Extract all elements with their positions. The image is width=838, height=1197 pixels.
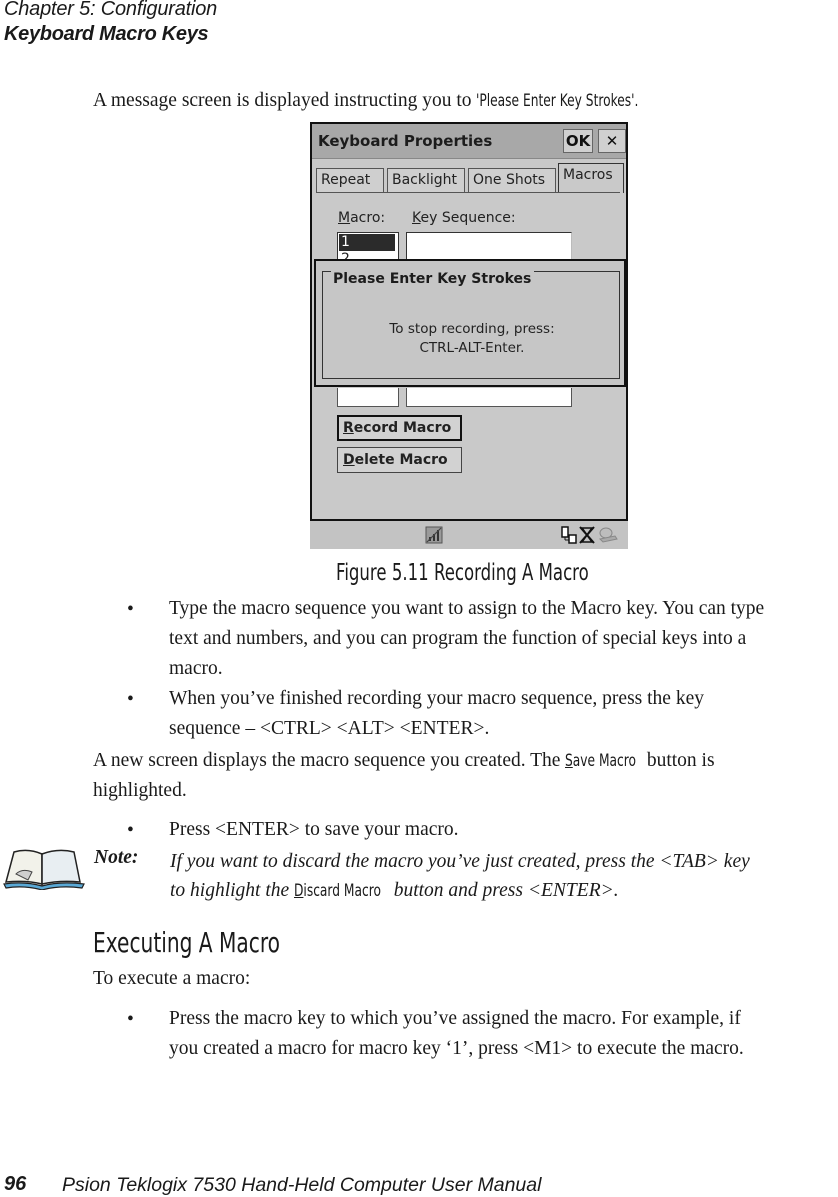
window-title-bar: Keyboard Properties OK ✕	[312, 124, 626, 159]
intro-text: A message screen is displayed instructin…	[93, 90, 477, 111]
figure-caption: Figure 5.11 Recording A Macro	[336, 560, 589, 586]
signal-strength-icon[interactable]	[424, 525, 444, 545]
footer-title: Psion Teklogix 7530 Hand-Held Computer U…	[62, 1174, 542, 1196]
intro-quoted-message: 'Please Enter Key Strokes'.	[476, 91, 639, 111]
macro-label: Macro:	[338, 210, 386, 226]
delete-macro-button[interactable]: Delete Macro	[337, 447, 462, 473]
macro-list-item-selected[interactable]: 1	[339, 234, 395, 251]
tab-macros[interactable]: Macros	[558, 163, 624, 193]
printer-icon[interactable]	[597, 525, 619, 545]
section-heading-executing: Executing A Macro	[93, 926, 281, 959]
execute-intro: To execute a macro:	[93, 968, 251, 989]
record-macro-button[interactable]: Record Macro	[337, 415, 462, 441]
chapter-header: Chapter 5: Configuration	[4, 0, 218, 20]
bullet-marker: •	[127, 689, 134, 710]
window-title: Keyboard Properties	[318, 132, 493, 150]
page-number: 96	[4, 1173, 27, 1195]
dialog-message: To stop recording, press: CTRL-ALT-Enter…	[389, 321, 555, 356]
no-network-icon[interactable]	[578, 525, 596, 545]
new-screen-paragraph: A new screen displays the macro sequence…	[93, 746, 838, 806]
close-icon: ✕	[605, 132, 619, 150]
tab-one-shots[interactable]: One Shots	[468, 168, 556, 192]
dialog-group-frame: Please Enter Key Strokes To stop recordi…	[322, 271, 620, 379]
bullet-marker: •	[127, 599, 134, 620]
bullet-press-enter: Press <ENTER> to save your macro.	[169, 819, 459, 840]
tab-divider	[316, 192, 620, 193]
discard-macro-reference: Discard Macro	[294, 881, 382, 901]
macro-list-bottom[interactable]	[337, 388, 399, 407]
close-button[interactable]: ✕	[598, 129, 626, 153]
dialog-title: Please Enter Key Strokes	[331, 271, 535, 287]
note-label: Note:	[94, 847, 139, 868]
key-sequence-label: Key Sequence:	[412, 210, 516, 226]
book-note-icon	[3, 849, 85, 890]
key-sequence-field-bottom[interactable]	[406, 388, 572, 407]
intro-paragraph: A message screen is displayed instructin…	[93, 86, 702, 116]
note-text: If you want to discard the macro you’ve …	[170, 847, 838, 906]
tab-backlight[interactable]: Backlight	[387, 168, 465, 192]
bullet-marker: •	[127, 820, 134, 841]
section-header: Keyboard Macro Keys	[4, 23, 209, 45]
tab-strip: Repeat Backlight One Shots Macros	[316, 163, 626, 193]
bullet-press-macro-key: Press the macro key to which you’ve assi…	[169, 1008, 744, 1059]
bullet-marker: •	[127, 1009, 134, 1030]
connection-icon[interactable]	[560, 525, 578, 545]
bullet-type-sequence: Type the macro sequence you want to assi…	[169, 598, 765, 679]
bullet-finish-recording: When you’ve finished recording your macr…	[169, 688, 704, 739]
recording-dialog: Please Enter Key Strokes To stop recordi…	[314, 259, 626, 387]
save-macro-reference: Save Macro	[565, 751, 637, 771]
device-screenshot: Keyboard Properties OK ✕ Repeat Backligh…	[310, 122, 628, 549]
status-bar	[310, 519, 628, 549]
tab-repeat[interactable]: Repeat	[316, 168, 384, 192]
ok-button[interactable]: OK	[563, 129, 593, 153]
